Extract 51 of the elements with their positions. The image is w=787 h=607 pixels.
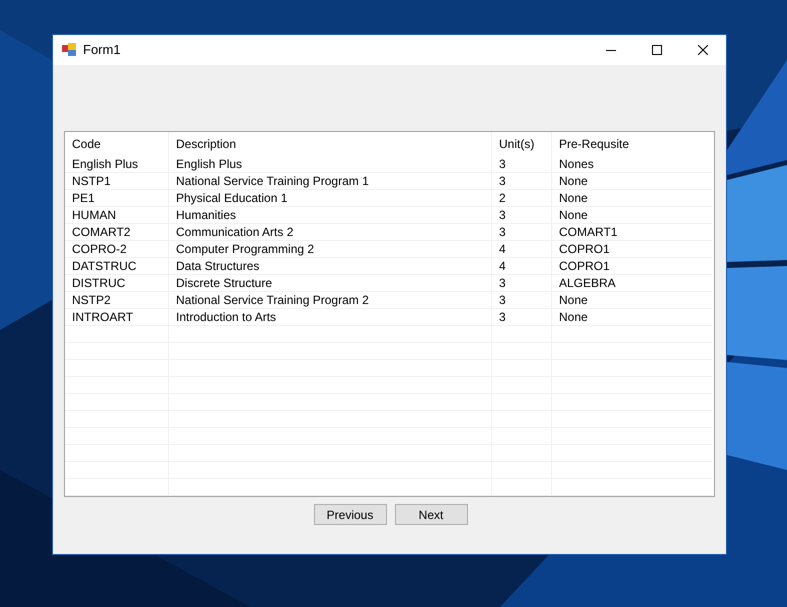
table-cell: 3	[492, 275, 552, 292]
nav-button[interactable]: Previous	[314, 504, 386, 525]
table-cell: NSTP1	[65, 173, 169, 190]
empty-cell	[492, 479, 552, 496]
column-header[interactable]: Pre-Requsite	[552, 132, 712, 156]
table-cell: DATSTRUC	[65, 258, 169, 275]
table-cell: Communication Arts 2	[169, 224, 492, 241]
table-cell: 3	[492, 309, 552, 326]
close-icon	[698, 45, 708, 55]
table-cell: COPRO-2	[65, 241, 169, 258]
table-cell: 2	[492, 190, 552, 207]
column-header[interactable]: Description	[169, 132, 492, 156]
table-cell: Computer Programming 2	[169, 241, 492, 258]
nav-button[interactable]: Next	[394, 504, 468, 525]
table-cell: English Plus	[169, 156, 492, 173]
table-cell: National Service Training Program 1	[169, 173, 492, 190]
table-cell: None	[552, 190, 712, 207]
table-cell: COMART2	[65, 224, 169, 241]
table-cell: None	[552, 173, 712, 190]
window-title: Form1	[83, 41, 121, 60]
table-cell: None	[552, 309, 712, 326]
table-cell: None	[552, 207, 712, 224]
table-cell: Physical Education 1	[169, 190, 492, 207]
table-cell: COPRO1	[552, 258, 712, 275]
table-cell: Discrete Structure	[169, 275, 492, 292]
table-cell: 4	[492, 258, 552, 275]
table-cell: 3	[492, 207, 552, 224]
table-cell: 3	[492, 156, 552, 173]
column-header[interactable]: Unit(s)	[492, 132, 552, 156]
table-cell: 4	[492, 241, 552, 258]
table-cell: National Service Training Program 2	[169, 292, 492, 309]
table-cell: 3	[492, 224, 552, 241]
table-cell: HUMAN	[65, 207, 169, 224]
table-cell: Data Structures	[169, 258, 492, 275]
table-cell: 3	[492, 173, 552, 190]
table-cell: ALGEBRA	[552, 275, 712, 292]
column-header[interactable]: Code	[65, 132, 169, 156]
table-cell: Introduction to Arts	[169, 309, 492, 326]
table-cell: INTROART	[65, 309, 169, 326]
table-cell: NSTP2	[65, 292, 169, 309]
table-cell: DISTRUC	[65, 275, 169, 292]
table-cell: None	[552, 292, 712, 309]
table-cell: COMART1	[552, 224, 712, 241]
table-cell: Humanities	[169, 207, 492, 224]
app-icon	[62, 43, 76, 57]
table-cell: 3	[492, 292, 552, 309]
table-cell: Nones	[552, 156, 712, 173]
table-cell: PE1	[65, 190, 169, 207]
table-cell: English Plus	[65, 156, 169, 173]
table-cell: COPRO1	[552, 241, 712, 258]
maximize-icon	[652, 45, 662, 55]
